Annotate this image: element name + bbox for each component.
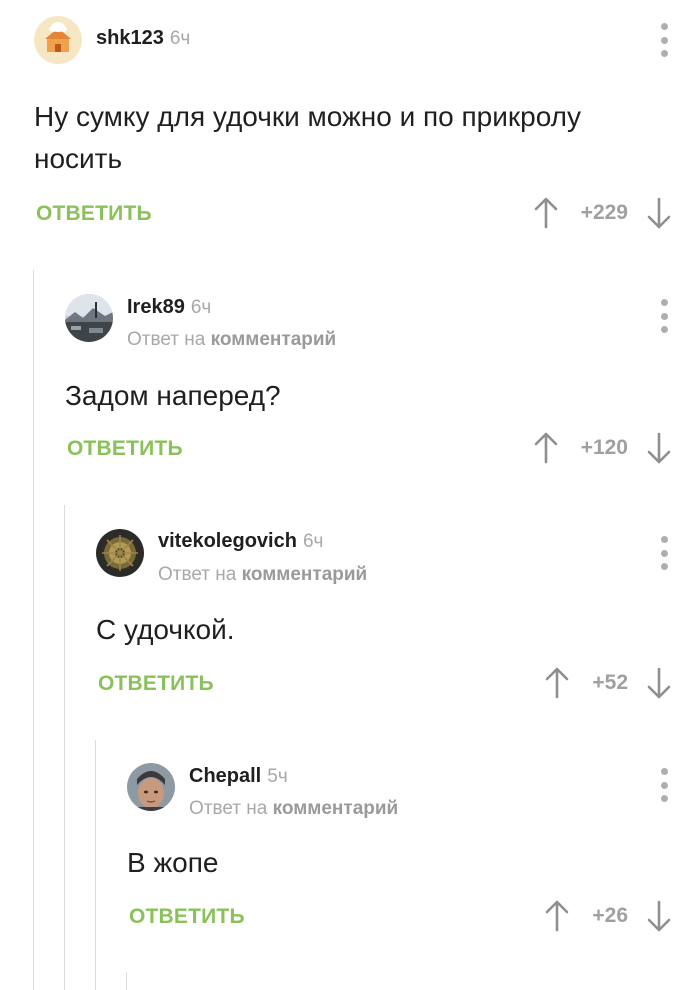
more-options-icon[interactable] — [658, 768, 670, 802]
comment: shk123 6ч Ну сумку для удочки можно и по … — [34, 14, 700, 244]
upvote-arrow-icon[interactable] — [533, 196, 559, 230]
reply-to-prefix: Ответ на — [158, 564, 237, 585]
comment-text: Задом наперед? — [65, 380, 281, 411]
avatar[interactable] — [65, 294, 113, 342]
reply-button[interactable]: ОТВЕТИТЬ — [98, 672, 214, 696]
timestamp: 6ч — [169, 28, 191, 49]
timestamp: 6ч — [190, 297, 212, 318]
comment: Chepall 5ч Ответ на комментарий В жопе ОТ… — [127, 758, 700, 948]
score: +26 — [592, 904, 628, 927]
golden-emblem-avatar-icon — [96, 529, 144, 577]
reply-to-target[interactable]: комментарий — [211, 329, 337, 350]
more-options-icon[interactable] — [658, 536, 670, 570]
comment-text: Ну сумку для удочки можно и по прикролу … — [34, 101, 581, 174]
author-name-text: shk123 — [96, 27, 164, 49]
author-name-text: vitekolegovich — [158, 530, 297, 552]
author-name[interactable]: Irek89 6ч — [127, 296, 211, 319]
reply-to-target[interactable]: комментарий — [242, 564, 368, 585]
cake-house-avatar-icon — [34, 16, 82, 64]
reply-to-link[interactable]: Ответ на комментарий — [158, 564, 367, 586]
timestamp: 6ч — [302, 531, 324, 552]
thread-line-level-2 — [64, 505, 65, 990]
downvote-arrow-icon[interactable] — [646, 666, 672, 700]
author-name-text: Irek89 — [127, 296, 185, 318]
person-beanie-avatar-icon — [127, 763, 175, 811]
thread-line-level-4 — [126, 972, 127, 990]
vote-controls: +120 — [533, 431, 672, 465]
thread-line-level-1 — [33, 270, 34, 990]
vote-controls: +229 — [533, 196, 672, 230]
comment: Irek89 6ч Ответ на комментарий Задом напе… — [65, 290, 700, 480]
landscape-avatar-icon — [65, 294, 113, 342]
upvote-arrow-icon[interactable] — [544, 666, 570, 700]
reply-to-prefix: Ответ на — [127, 329, 206, 350]
upvote-arrow-icon[interactable] — [544, 899, 570, 933]
comment-text: С удочкой. — [96, 614, 235, 645]
more-options-icon[interactable] — [658, 299, 670, 333]
downvote-arrow-icon[interactable] — [646, 196, 672, 230]
reply-button[interactable]: ОТВЕТИТЬ — [67, 437, 183, 461]
comment: vitekolegovich 6ч Ответ на комментарий С … — [96, 524, 700, 714]
avatar[interactable] — [127, 763, 175, 811]
score: +120 — [580, 436, 628, 459]
author-name-text: Chepall — [189, 765, 262, 787]
reply-to-target[interactable]: комментарий — [273, 798, 399, 819]
score: +229 — [580, 201, 628, 224]
vote-controls: +52 — [544, 666, 672, 700]
reply-to-link[interactable]: Ответ на комментарий — [189, 798, 398, 820]
upvote-arrow-icon[interactable] — [533, 431, 559, 465]
reply-to-link[interactable]: Ответ на комментарий — [127, 329, 336, 351]
downvote-arrow-icon[interactable] — [646, 899, 672, 933]
score: +52 — [592, 671, 628, 694]
avatar[interactable] — [96, 529, 144, 577]
author-name[interactable]: vitekolegovich 6ч — [158, 530, 323, 553]
downvote-arrow-icon[interactable] — [646, 431, 672, 465]
reply-button[interactable]: ОТВЕТИТЬ — [36, 202, 152, 226]
author-name[interactable]: shk123 6ч — [96, 27, 190, 50]
reply-button[interactable]: ОТВЕТИТЬ — [129, 905, 245, 929]
thread-line-level-3 — [95, 740, 96, 990]
author-name[interactable]: Chepall 5ч — [189, 765, 288, 788]
avatar[interactable] — [34, 16, 82, 64]
reply-to-prefix: Ответ на — [189, 798, 268, 819]
more-options-icon[interactable] — [658, 23, 670, 57]
vote-controls: +26 — [544, 899, 672, 933]
timestamp: 5ч — [267, 766, 288, 787]
comment-text: В жопе — [127, 847, 219, 878]
